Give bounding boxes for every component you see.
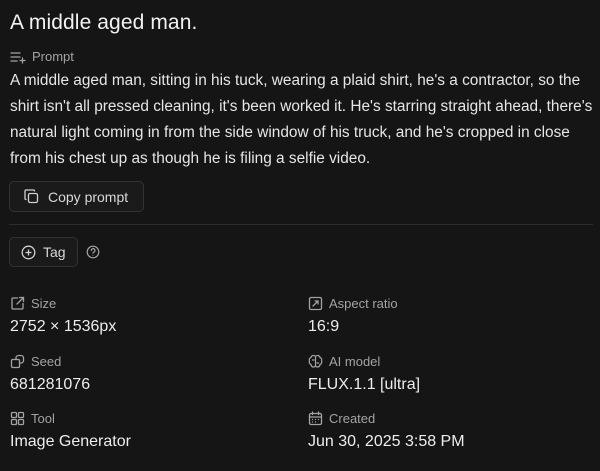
copy-prompt-label: Copy prompt — [48, 188, 129, 205]
seed-icon — [10, 354, 25, 369]
seed-value: 681281076 — [10, 376, 91, 393]
detail-ai-model: AI model FLUX.1.1 [ultra] — [308, 353, 420, 394]
aspect-ratio-icon — [308, 296, 323, 311]
calendar-icon — [308, 410, 323, 426]
detail-tool: Tool Image Generator — [10, 410, 131, 451]
prompt-section-label: Prompt — [10, 49, 74, 64]
aspect-ratio-label: Aspect ratio — [329, 295, 398, 311]
created-label: Created — [329, 410, 376, 426]
detail-aspect-ratio: Aspect ratio 16:9 — [308, 295, 398, 336]
detail-created: Created Jun 30, 2025 3:58 PM — [308, 410, 465, 451]
ai-model-value: FLUX.1.1 [ultra] — [308, 376, 421, 393]
section-divider — [9, 224, 593, 225]
plus-circle-icon — [21, 245, 36, 260]
tool-label: Tool — [31, 410, 55, 426]
size-label: Size — [31, 295, 57, 311]
copy-prompt-button[interactable]: Copy prompt — [9, 181, 144, 212]
detail-size: Size 2752 × 1536px — [10, 295, 116, 336]
prompt-label-text: Prompt — [32, 49, 74, 64]
tag-label: Tag — [43, 244, 66, 260]
size-value: 2752 × 1536px — [10, 318, 117, 335]
detail-seed: Seed 681281076 — [10, 353, 90, 394]
aspect-ratio-value: 16:9 — [308, 318, 340, 335]
text-lines-plus-icon — [10, 50, 26, 64]
prompt-text: A middle aged man, sitting in his tuck, … — [10, 72, 593, 167]
question-circle-icon[interactable] — [86, 245, 100, 259]
brain-icon — [308, 354, 323, 369]
resize-icon — [10, 296, 25, 311]
page-title: A middle aged man. — [10, 11, 198, 34]
tool-value: Image Generator — [10, 433, 131, 450]
seed-label: Seed — [31, 353, 62, 369]
copy-icon — [24, 189, 39, 204]
tag-button[interactable]: Tag — [9, 237, 78, 267]
grid-icon — [10, 411, 25, 426]
created-value: Jun 30, 2025 3:58 PM — [308, 433, 465, 450]
ai-model-label: AI model — [329, 353, 381, 369]
